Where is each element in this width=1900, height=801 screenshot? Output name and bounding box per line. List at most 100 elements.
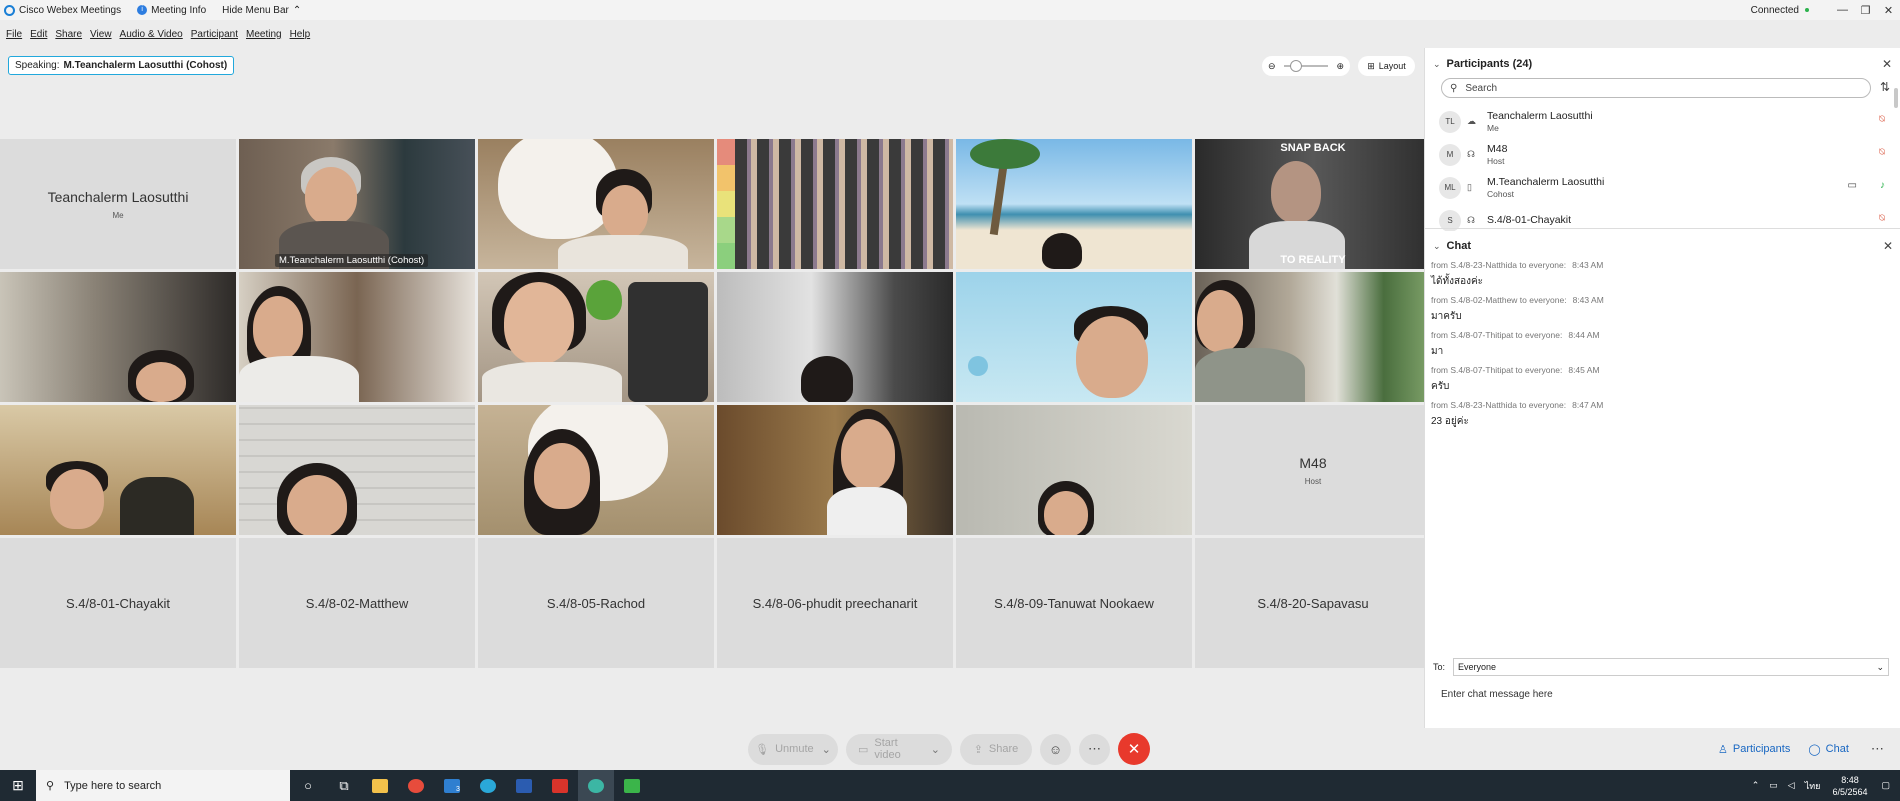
mic-on-icon[interactable]: ♪ [1880, 180, 1885, 191]
video-tile[interactable]: S.4/8-09-Tanuwat Nookaew [956, 538, 1192, 668]
tile-name: S.4/8-09-Tanuwat Nookaew [994, 595, 1154, 611]
volume-icon[interactable]: ◁ [1788, 780, 1795, 791]
menu-meeting[interactable]: Meeting [246, 29, 282, 40]
notification-icon[interactable]: ▢ [1881, 780, 1890, 791]
mail-icon[interactable]: 3 [434, 770, 470, 801]
acrobat-icon[interactable] [542, 770, 578, 801]
video-shape [1271, 161, 1321, 223]
chevron-down-icon[interactable]: ⌄ [931, 743, 940, 756]
file-explorer-icon[interactable] [362, 770, 398, 801]
participant-row[interactable]: S ☊ S.4/8-01-Chayakit ⍉ [1425, 204, 1900, 231]
video-tile[interactable] [0, 405, 236, 535]
muted-mic-icon[interactable]: ⍉ [1879, 114, 1885, 125]
menu-file[interactable]: File [6, 29, 22, 40]
start-video-button[interactable]: ▭ Start video ⌄ [846, 733, 952, 765]
chevron-down-icon[interactable]: ⌄ [822, 743, 831, 756]
muted-mic-icon[interactable]: ⍉ [1879, 147, 1885, 158]
chat-message: from S.4/8-07-Thitipat to everyone: 8:44 … [1431, 330, 1600, 357]
video-tile-host[interactable]: M48 Host [1195, 405, 1431, 535]
avatar: TL [1439, 110, 1461, 133]
video-tile[interactable] [0, 272, 236, 402]
taskbar-search-input[interactable]: ⚲ Type here to search [36, 770, 290, 801]
close-participants-button[interactable]: ✕ [1882, 57, 1892, 71]
hide-menu-bar-button[interactable]: Hide Menu Bar ⌃ [222, 5, 301, 16]
search-icon: ⚲ [1450, 82, 1458, 94]
video-tile[interactable] [956, 272, 1192, 402]
close-window-button[interactable]: ✕ [1877, 4, 1900, 17]
chevron-down-icon[interactable]: ⌄ [1433, 59, 1441, 70]
participant-row[interactable]: ML ▯ M.Teanchalerm Laosutthi Cohost ▭ ♪ [1425, 171, 1900, 204]
close-chat-button[interactable]: ✕ [1883, 239, 1893, 253]
menu-help[interactable]: Help [290, 29, 311, 40]
cortana-icon[interactable]: ○ [290, 770, 326, 801]
video-tile[interactable]: S.4/8-20-Sapavasu [1195, 538, 1431, 668]
chat-message: from S.4/8-02-Matthew to everyone: 8:43 A… [1431, 295, 1604, 322]
menu-participant[interactable]: Participant [191, 29, 238, 40]
video-tile[interactable] [717, 139, 953, 269]
word-icon[interactable] [506, 770, 542, 801]
minimize-button[interactable]: — [1831, 4, 1854, 16]
network-icon[interactable]: ▭ [1769, 780, 1778, 791]
zoom-slider[interactable] [1284, 60, 1328, 72]
language-indicator[interactable]: ไทย [1805, 779, 1821, 793]
muted-mic-icon[interactable]: ⍉ [1879, 213, 1885, 224]
video-tile[interactable]: SNAP BACK TO REALITY [1195, 139, 1431, 269]
menu-audio-video[interactable]: Audio & Video [120, 29, 183, 40]
chat-recipient-select[interactable]: Everyone ⌄ [1453, 658, 1890, 676]
video-tile[interactable] [478, 139, 714, 269]
camera-icon: ▭ [858, 743, 869, 756]
layout-button[interactable]: ⊞ Layout [1358, 56, 1415, 76]
zoom-slider-thumb[interactable] [1290, 60, 1302, 72]
zoom-in-icon[interactable]: ⊕ [1336, 61, 1344, 72]
video-tile[interactable] [1195, 272, 1431, 402]
menu-view[interactable]: View [90, 29, 112, 40]
video-tile[interactable] [478, 272, 714, 402]
video-tile[interactable]: S.4/8-06-phudit preechanarit [717, 538, 953, 668]
video-tile[interactable] [956, 139, 1192, 269]
participants-panel-button[interactable]: ♙ Participants [1718, 743, 1790, 756]
app-title: Cisco Webex Meetings [4, 4, 121, 16]
task-view-icon[interactable]: ⧉ [326, 770, 362, 801]
video-tile[interactable] [717, 272, 953, 402]
share-button[interactable]: ⇪ Share [960, 733, 1032, 765]
maximize-button[interactable]: ❐ [1854, 4, 1877, 17]
chevron-down-icon[interactable]: ⌄ [1433, 241, 1441, 252]
participant-row[interactable]: M ☊ M48 Host ⍉ [1425, 138, 1900, 171]
video-tile[interactable]: S.4/8-05-Rachod [478, 538, 714, 668]
video-tile-self[interactable]: Teanchalerm Laosutthi Me [0, 139, 236, 269]
video-tile[interactable]: S.4/8-02-Matthew [239, 538, 475, 668]
reactions-button[interactable]: ☺ [1040, 733, 1071, 765]
windows-start-icon[interactable]: ⊞ [0, 770, 36, 801]
more-panels-button[interactable]: ⋯ [1871, 741, 1884, 757]
menu-share[interactable]: Share [55, 29, 82, 40]
tile-name: S.4/8-01-Chayakit [65, 595, 171, 611]
video-shape [50, 469, 104, 529]
participant-search-input[interactable]: ⚲ Search [1441, 78, 1871, 98]
video-tile[interactable] [956, 405, 1192, 535]
leave-meeting-button[interactable]: ✕ [1118, 733, 1150, 765]
headset-icon: ☊ [1467, 215, 1475, 225]
line-icon[interactable] [614, 770, 650, 801]
unmute-button[interactable]: 🎙 Unmute ⌄ [748, 733, 838, 765]
participants-scrollbar[interactable] [1894, 88, 1898, 108]
video-tile[interactable] [239, 405, 475, 535]
zoom-out-icon[interactable]: ⊖ [1268, 61, 1276, 72]
edge-icon[interactable] [470, 770, 506, 801]
meeting-info-button[interactable]: i Meeting Info [137, 5, 206, 16]
video-tile[interactable] [239, 272, 475, 402]
video-tile[interactable] [717, 405, 953, 535]
taskbar-clock[interactable]: 8:48 6/5/2564 [1832, 774, 1867, 798]
chat-message-input[interactable]: Enter chat message here [1441, 689, 1553, 700]
video-tile-cohost[interactable]: M.Teanchalerm Laosutthi (Cohost) [239, 139, 475, 269]
video-tile[interactable] [478, 405, 714, 535]
webex-taskbar-icon[interactable] [578, 770, 614, 801]
video-tile[interactable]: S.4/8-01-Chayakit [0, 538, 236, 668]
participant-row[interactable]: TL ☁ Teanchalerm Laosutthi Me ⍉ [1425, 105, 1900, 138]
video-camera-icon[interactable]: ▭ [1848, 180, 1857, 191]
chevron-up-icon[interactable]: ⌃ [1752, 780, 1760, 791]
chat-panel-button[interactable]: ◯ Chat [1808, 743, 1849, 756]
more-options-button[interactable]: ⋯ [1079, 733, 1110, 765]
menu-edit[interactable]: Edit [30, 29, 47, 40]
chrome-icon[interactable] [398, 770, 434, 801]
sort-icon[interactable]: ⇅ [1880, 80, 1890, 94]
